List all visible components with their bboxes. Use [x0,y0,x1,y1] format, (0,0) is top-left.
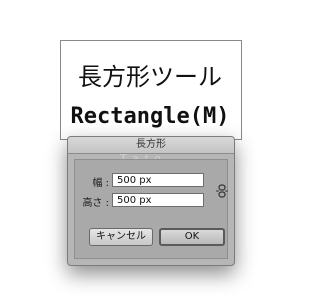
rectangle-dialog: 長方形 T a t o 幅 : 高さ : キャンセル OK [67,136,235,266]
tool-name-english: Rectangle(M) [70,104,230,129]
tool-name-japanese: 長方形ツール [78,63,222,91]
dimensions-panel: 幅 : 高さ : キャンセル OK [74,159,228,259]
width-label: 幅 : [92,178,109,189]
chain-link-icon[interactable] [216,184,228,198]
width-field[interactable] [112,173,204,187]
cancel-button[interactable]: キャンセル [89,228,153,246]
ok-button[interactable]: OK [159,228,225,246]
height-field[interactable] [112,193,204,207]
height-label: 高さ : [82,198,109,209]
dialog-title: 長方形 [136,139,166,150]
